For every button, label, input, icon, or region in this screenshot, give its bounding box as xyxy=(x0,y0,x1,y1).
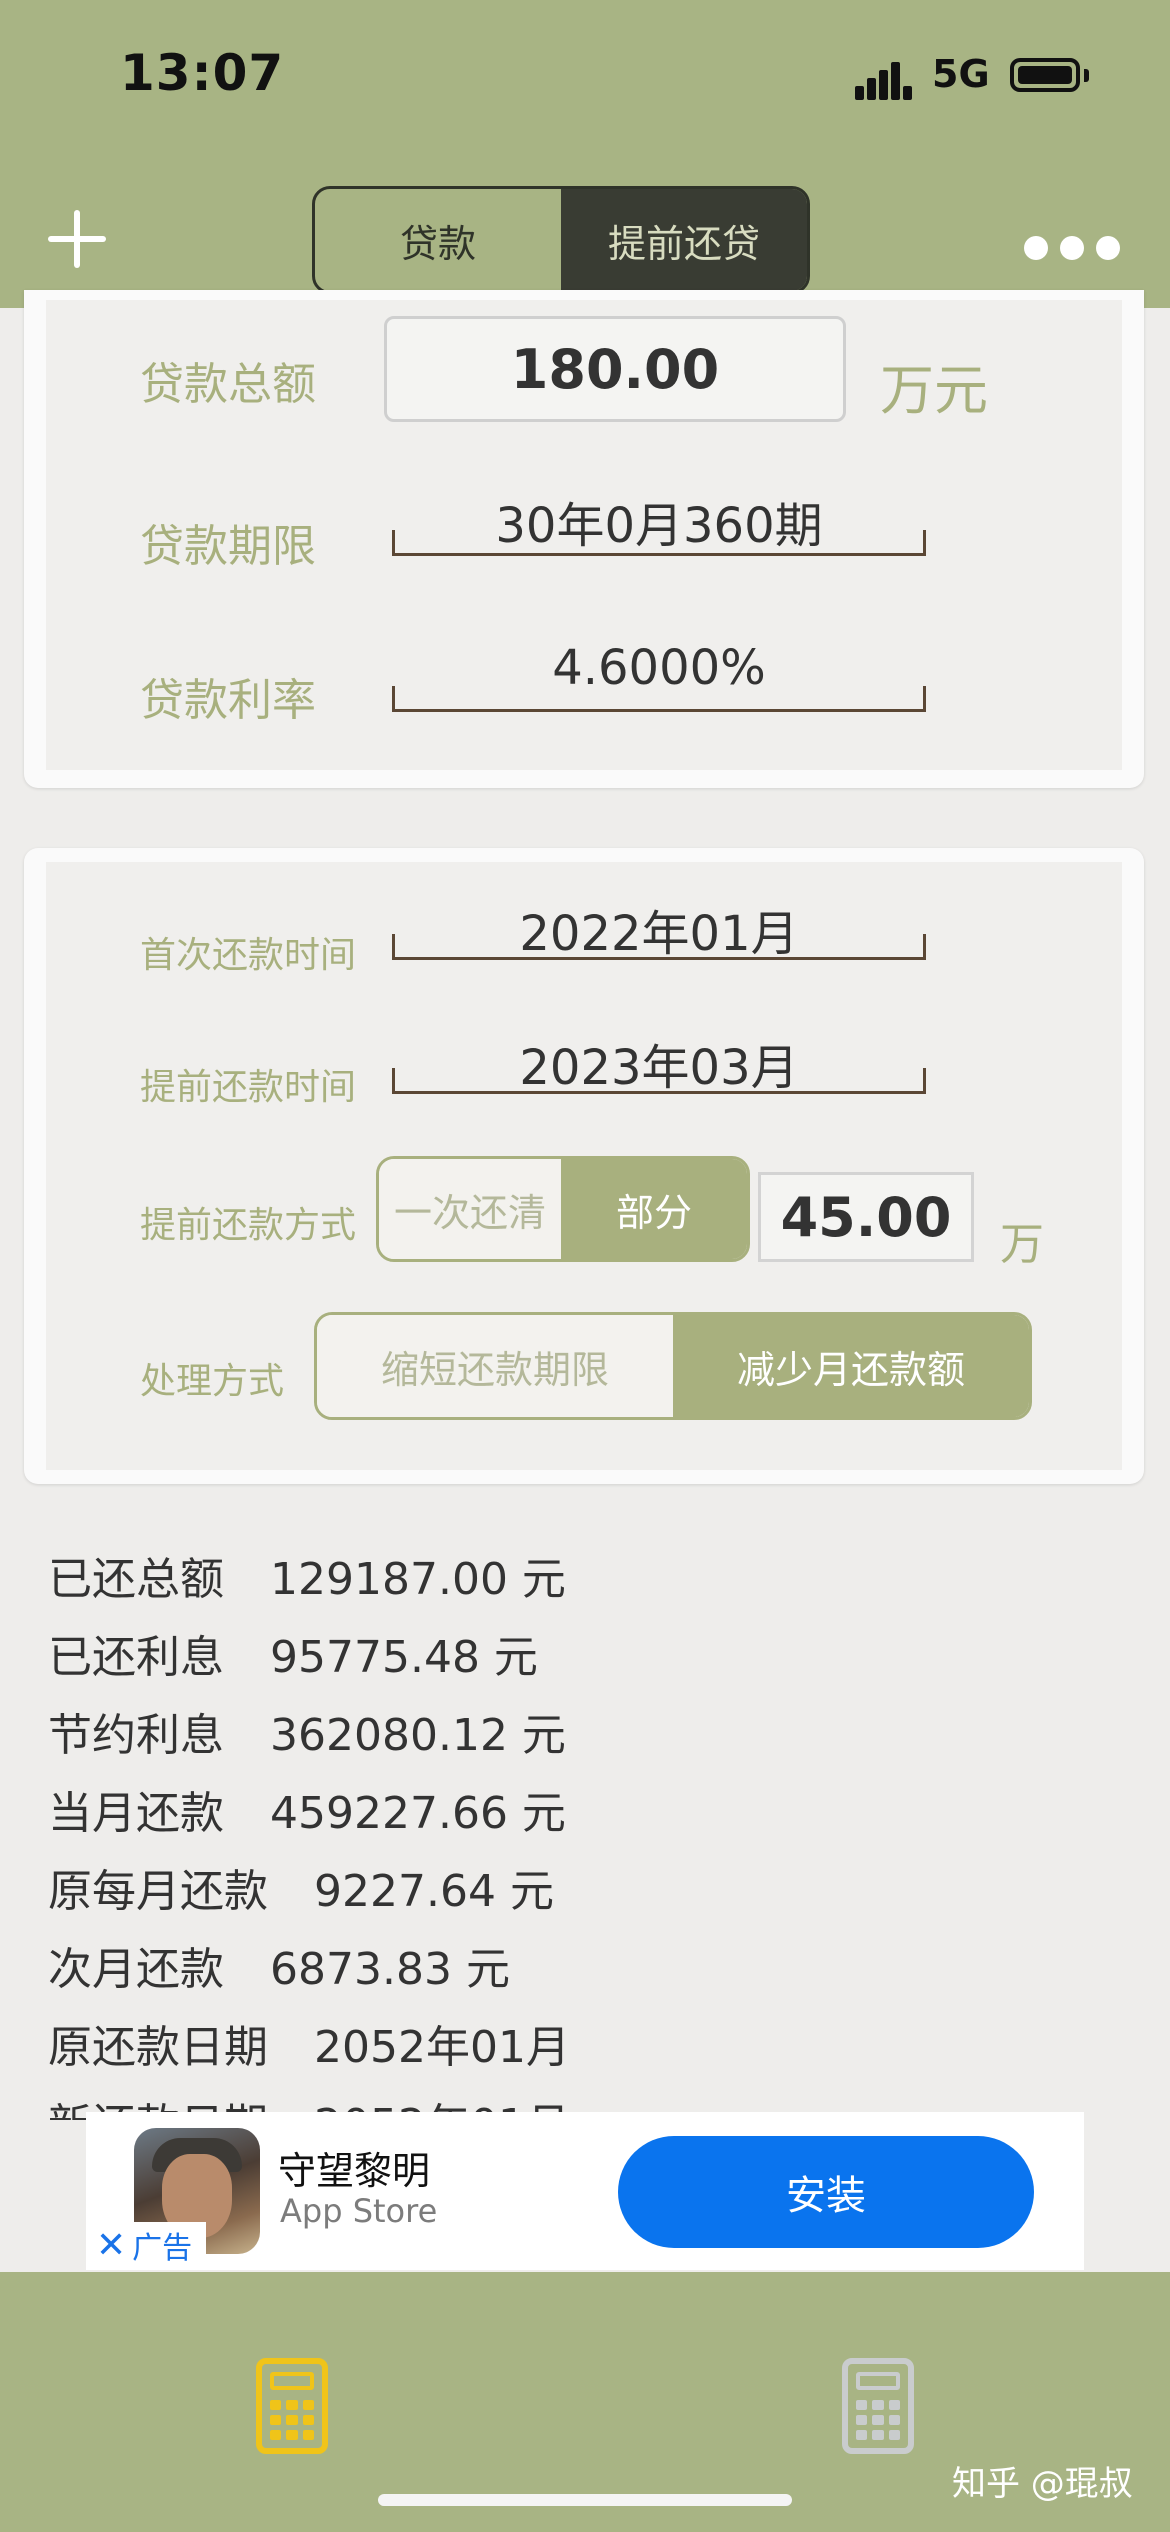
prepay-time-label: 提前还款时间 xyxy=(140,1067,357,1108)
result-row: 已还总额 129187.00 元 xyxy=(48,1536,1108,1614)
add-icon[interactable] xyxy=(48,210,106,268)
prepay-mode-control: 一次还清 部分 xyxy=(376,1156,750,1262)
result-label: 次月还款 xyxy=(48,1944,224,1995)
result-label: 节约利息 xyxy=(48,1710,224,1761)
first-pay-time-picker[interactable] xyxy=(392,934,926,960)
loan-amount-unit: 万元 xyxy=(880,359,988,422)
result-value: 95775.48 元 xyxy=(270,1632,538,1683)
result-label: 已还总额 xyxy=(48,1554,224,1605)
handle-shorten-term-option[interactable]: 缩短还款期限 xyxy=(317,1315,673,1417)
loan-rate-picker[interactable] xyxy=(392,686,926,712)
loan-rate-label: 贷款利率 xyxy=(140,675,316,726)
handle-reduce-payment-option[interactable]: 减少月还款额 xyxy=(673,1315,1029,1417)
ad-install-button[interactable]: 安装 xyxy=(618,2136,1034,2248)
prepay-time-picker[interactable] xyxy=(392,1068,926,1094)
home-indicator[interactable] xyxy=(378,2494,792,2506)
loan-term-label: 贷款期限 xyxy=(140,521,316,572)
mode-segmented-control: 贷款 提前还贷 xyxy=(312,186,810,294)
ad-close-icon[interactable]: ✕ xyxy=(90,2225,126,2266)
result-value: 9227.64 元 xyxy=(314,1866,554,1917)
status-time: 13:07 xyxy=(120,44,285,102)
result-value: 2052年01月 xyxy=(314,2022,570,2073)
ad-store-label: App Store xyxy=(280,2192,438,2230)
calculator-tab-icon-active[interactable] xyxy=(256,2358,328,2454)
result-value: 362080.12 元 xyxy=(270,1710,566,1761)
result-label: 原每月还款 xyxy=(48,1866,268,1917)
result-label: 原还款日期 xyxy=(48,2022,268,2073)
prepay-mode-label: 提前还款方式 xyxy=(140,1205,357,1246)
handle-method-label: 处理方式 xyxy=(140,1361,285,1402)
result-row: 原还款日期 2052年01月 xyxy=(48,2004,1108,2082)
result-value: 459227.66 元 xyxy=(270,1788,566,1839)
handle-method-control: 缩短还款期限 减少月还款额 xyxy=(314,1312,1032,1420)
calculator-tab-icon[interactable] xyxy=(842,2358,914,2454)
result-row: 次月还款 6873.83 元 xyxy=(48,1926,1108,2004)
battery-icon xyxy=(1010,58,1080,92)
loan-amount-label: 贷款总额 xyxy=(140,359,316,410)
result-row: 节约利息 362080.12 元 xyxy=(48,1692,1108,1770)
result-row: 当月还款 459227.66 元 xyxy=(48,1770,1108,1848)
loan-term-picker[interactable] xyxy=(392,530,926,556)
partial-amount-input[interactable]: 45.00 xyxy=(758,1172,974,1262)
ad-tag-text: 广告 xyxy=(132,2231,193,2266)
watermark: 知乎 @琨叔 xyxy=(952,2464,1133,2504)
loan-amount-input[interactable]: 180.00 xyxy=(384,316,846,422)
more-options-icon[interactable] xyxy=(1024,236,1120,260)
tab-prepayment[interactable]: 提前还贷 xyxy=(561,189,807,291)
result-row: 原每月还款 9227.64 元 xyxy=(48,1848,1108,1926)
ad-label: ✕ 广告 xyxy=(90,2222,206,2268)
network-type: 5G xyxy=(932,52,990,96)
tab-loan[interactable]: 贷款 xyxy=(315,189,561,291)
partial-amount-unit: 万 xyxy=(1000,1219,1044,1270)
result-label: 已还利息 xyxy=(48,1632,224,1683)
result-row: 已还利息 95775.48 元 xyxy=(48,1614,1108,1692)
mode-partial-option[interactable]: 部分 xyxy=(561,1159,747,1259)
mode-full-option[interactable]: 一次还清 xyxy=(379,1159,561,1259)
results-list: 已还总额 129187.00 元 已还利息 95775.48 元 节约利息 36208… xyxy=(48,1536,1108,2120)
battery-tip xyxy=(1084,69,1089,82)
result-label: 当月还款 xyxy=(48,1788,224,1839)
cellular-signal-icon xyxy=(855,62,912,100)
first-pay-time-label: 首次还款时间 xyxy=(140,935,357,976)
ad-app-title: 守望黎明 xyxy=(278,2149,431,2193)
result-value: 129187.00 元 xyxy=(270,1554,566,1605)
result-value: 6873.83 元 xyxy=(270,1944,510,1995)
